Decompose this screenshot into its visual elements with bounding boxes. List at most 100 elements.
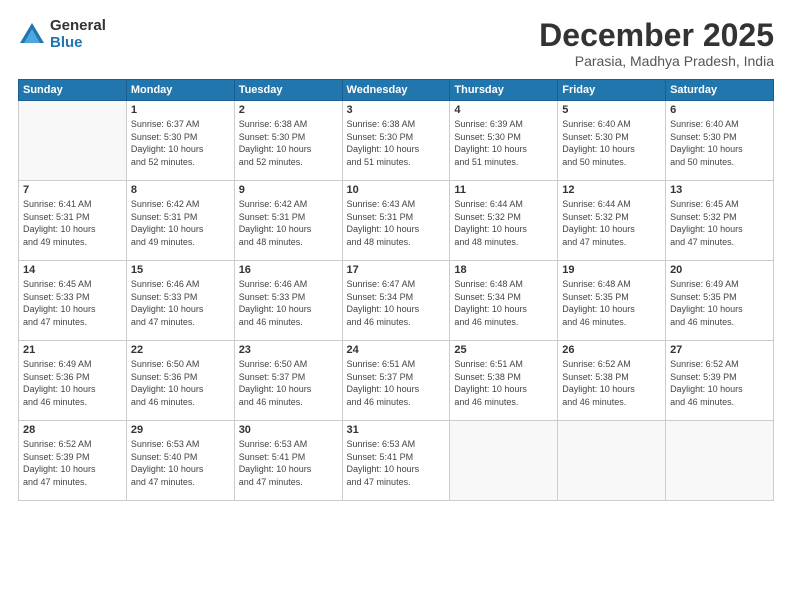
day-number: 13 <box>670 184 769 196</box>
table-row <box>19 101 127 181</box>
logo: General Blue <box>18 18 106 51</box>
day-info: Sunrise: 6:38 AM Sunset: 5:30 PM Dayligh… <box>347 118 446 168</box>
day-number: 27 <box>670 344 769 356</box>
day-info: Sunrise: 6:52 AM Sunset: 5:39 PM Dayligh… <box>670 358 769 408</box>
table-row: 13 Sunrise: 6:45 AM Sunset: 5:32 PM Dayli… <box>666 181 774 261</box>
header-monday: Monday <box>126 80 234 101</box>
title-block: December 2025 Parasia, Madhya Pradesh, I… <box>539 18 774 69</box>
calendar-week-row: 28Sunrise: 6:52 AM Sunset: 5:39 PM Dayli… <box>19 421 774 501</box>
table-row: 3 Sunrise: 6:38 AM Sunset: 5:30 PM Daylig… <box>342 101 450 181</box>
day-number: 2 <box>239 104 338 116</box>
day-number: 19 <box>562 264 661 276</box>
calendar-table: Sunday Monday Tuesday Wednesday Thursday… <box>18 79 774 501</box>
day-info: Sunrise: 6:49 AM Sunset: 5:36 PM Dayligh… <box>23 358 122 408</box>
day-number: 21 <box>23 344 122 356</box>
calendar-week-row: 7Sunrise: 6:41 AM Sunset: 5:31 PM Daylig… <box>19 181 774 261</box>
day-info: Sunrise: 6:45 AM Sunset: 5:32 PM Dayligh… <box>670 198 769 248</box>
table-row <box>558 421 666 501</box>
day-info: Sunrise: 6:38 AM Sunset: 5:30 PM Dayligh… <box>239 118 338 168</box>
table-row: 27 Sunrise: 6:52 AM Sunset: 5:39 PM Dayli… <box>666 341 774 421</box>
calendar-header-row: Sunday Monday Tuesday Wednesday Thursday… <box>19 80 774 101</box>
table-row: 22 Sunrise: 6:50 AM Sunset: 5:36 PM Dayli… <box>126 341 234 421</box>
day-info: Sunrise: 6:49 AM Sunset: 5:35 PM Dayligh… <box>670 278 769 328</box>
calendar-week-row: 14Sunrise: 6:45 AM Sunset: 5:33 PM Dayli… <box>19 261 774 341</box>
day-number: 30 <box>239 424 338 436</box>
table-row: 1 Sunrise: 6:37 AM Sunset: 5:30 PM Daylig… <box>126 101 234 181</box>
day-info: Sunrise: 6:51 AM Sunset: 5:38 PM Dayligh… <box>454 358 553 408</box>
header-thursday: Thursday <box>450 80 558 101</box>
day-info: Sunrise: 6:42 AM Sunset: 5:31 PM Dayligh… <box>131 198 230 248</box>
day-info: Sunrise: 6:40 AM Sunset: 5:30 PM Dayligh… <box>670 118 769 168</box>
day-number: 22 <box>131 344 230 356</box>
calendar-week-row: 21 Sunrise: 6:49 AM Sunset: 5:36 PM Dayli… <box>19 341 774 421</box>
table-row: 17 Sunrise: 6:47 AM Sunset: 5:34 PM Dayli… <box>342 261 450 341</box>
day-info: Sunrise: 6:42 AM Sunset: 5:31 PM Dayligh… <box>239 198 338 248</box>
table-row: 15 Sunrise: 6:46 AM Sunset: 5:33 PM Dayli… <box>126 261 234 341</box>
day-number: 23 <box>239 344 338 356</box>
day-number: 10 <box>347 184 446 196</box>
table-row: 8 Sunrise: 6:42 AM Sunset: 5:31 PM Daylig… <box>126 181 234 261</box>
day-info: Sunrise: 6:50 AM Sunset: 5:37 PM Dayligh… <box>239 358 338 408</box>
location: Parasia, Madhya Pradesh, India <box>539 53 774 69</box>
logo-general: General <box>50 18 106 35</box>
day-number: 7 <box>23 184 122 196</box>
table-row: 24Sunrise: 6:51 AM Sunset: 5:37 PM Dayli… <box>342 341 450 421</box>
page: General Blue December 2025 Parasia, Madh… <box>0 0 792 612</box>
table-row: 16 Sunrise: 6:46 AM Sunset: 5:33 PM Dayli… <box>234 261 342 341</box>
day-number: 15 <box>131 264 230 276</box>
table-row: 9 Sunrise: 6:42 AM Sunset: 5:31 PM Daylig… <box>234 181 342 261</box>
day-info: Sunrise: 6:39 AM Sunset: 5:30 PM Dayligh… <box>454 118 553 168</box>
month-title: December 2025 <box>539 18 774 53</box>
day-number: 8 <box>131 184 230 196</box>
day-number: 3 <box>347 104 446 116</box>
table-row: 31Sunrise: 6:53 AM Sunset: 5:41 PM Dayli… <box>342 421 450 501</box>
day-number: 12 <box>562 184 661 196</box>
table-row: 12 Sunrise: 6:44 AM Sunset: 5:32 PM Dayli… <box>558 181 666 261</box>
day-number: 4 <box>454 104 553 116</box>
day-info: Sunrise: 6:48 AM Sunset: 5:35 PM Dayligh… <box>562 278 661 328</box>
day-number: 20 <box>670 264 769 276</box>
day-number: 17 <box>347 264 446 276</box>
table-row: 10Sunrise: 6:43 AM Sunset: 5:31 PM Dayli… <box>342 181 450 261</box>
day-info: Sunrise: 6:44 AM Sunset: 5:32 PM Dayligh… <box>454 198 553 248</box>
day-info: Sunrise: 6:53 AM Sunset: 5:41 PM Dayligh… <box>347 438 446 488</box>
day-info: Sunrise: 6:46 AM Sunset: 5:33 PM Dayligh… <box>131 278 230 328</box>
day-info: Sunrise: 6:52 AM Sunset: 5:38 PM Dayligh… <box>562 358 661 408</box>
day-info: Sunrise: 6:47 AM Sunset: 5:34 PM Dayligh… <box>347 278 446 328</box>
day-number: 18 <box>454 264 553 276</box>
day-info: Sunrise: 6:37 AM Sunset: 5:30 PM Dayligh… <box>131 118 230 168</box>
table-row: 23 Sunrise: 6:50 AM Sunset: 5:37 PM Dayli… <box>234 341 342 421</box>
day-number: 25 <box>454 344 553 356</box>
table-row: 21 Sunrise: 6:49 AM Sunset: 5:36 PM Dayli… <box>19 341 127 421</box>
day-info: Sunrise: 6:46 AM Sunset: 5:33 PM Dayligh… <box>239 278 338 328</box>
day-number: 5 <box>562 104 661 116</box>
day-info: Sunrise: 6:53 AM Sunset: 5:40 PM Dayligh… <box>131 438 230 488</box>
table-row: 26 Sunrise: 6:52 AM Sunset: 5:38 PM Dayli… <box>558 341 666 421</box>
day-number: 9 <box>239 184 338 196</box>
table-row <box>450 421 558 501</box>
table-row: 7Sunrise: 6:41 AM Sunset: 5:31 PM Daylig… <box>19 181 127 261</box>
day-number: 26 <box>562 344 661 356</box>
table-row: 29Sunrise: 6:53 AM Sunset: 5:40 PM Dayli… <box>126 421 234 501</box>
day-info: Sunrise: 6:48 AM Sunset: 5:34 PM Dayligh… <box>454 278 553 328</box>
logo-text: General Blue <box>50 18 106 51</box>
day-number: 14 <box>23 264 122 276</box>
table-row: 2 Sunrise: 6:38 AM Sunset: 5:30 PM Daylig… <box>234 101 342 181</box>
day-number: 6 <box>670 104 769 116</box>
day-number: 1 <box>131 104 230 116</box>
table-row: 28Sunrise: 6:52 AM Sunset: 5:39 PM Dayli… <box>19 421 127 501</box>
header-tuesday: Tuesday <box>234 80 342 101</box>
table-row: 25 Sunrise: 6:51 AM Sunset: 5:38 PM Dayli… <box>450 341 558 421</box>
day-info: Sunrise: 6:50 AM Sunset: 5:36 PM Dayligh… <box>131 358 230 408</box>
day-info: Sunrise: 6:44 AM Sunset: 5:32 PM Dayligh… <box>562 198 661 248</box>
day-number: 16 <box>239 264 338 276</box>
header-wednesday: Wednesday <box>342 80 450 101</box>
day-info: Sunrise: 6:52 AM Sunset: 5:39 PM Dayligh… <box>23 438 122 488</box>
table-row: 30Sunrise: 6:53 AM Sunset: 5:41 PM Dayli… <box>234 421 342 501</box>
day-number: 11 <box>454 184 553 196</box>
table-row: 11 Sunrise: 6:44 AM Sunset: 5:32 PM Dayli… <box>450 181 558 261</box>
table-row: 18 Sunrise: 6:48 AM Sunset: 5:34 PM Dayli… <box>450 261 558 341</box>
header-saturday: Saturday <box>666 80 774 101</box>
logo-blue: Blue <box>50 35 106 52</box>
day-number: 24 <box>347 344 446 356</box>
